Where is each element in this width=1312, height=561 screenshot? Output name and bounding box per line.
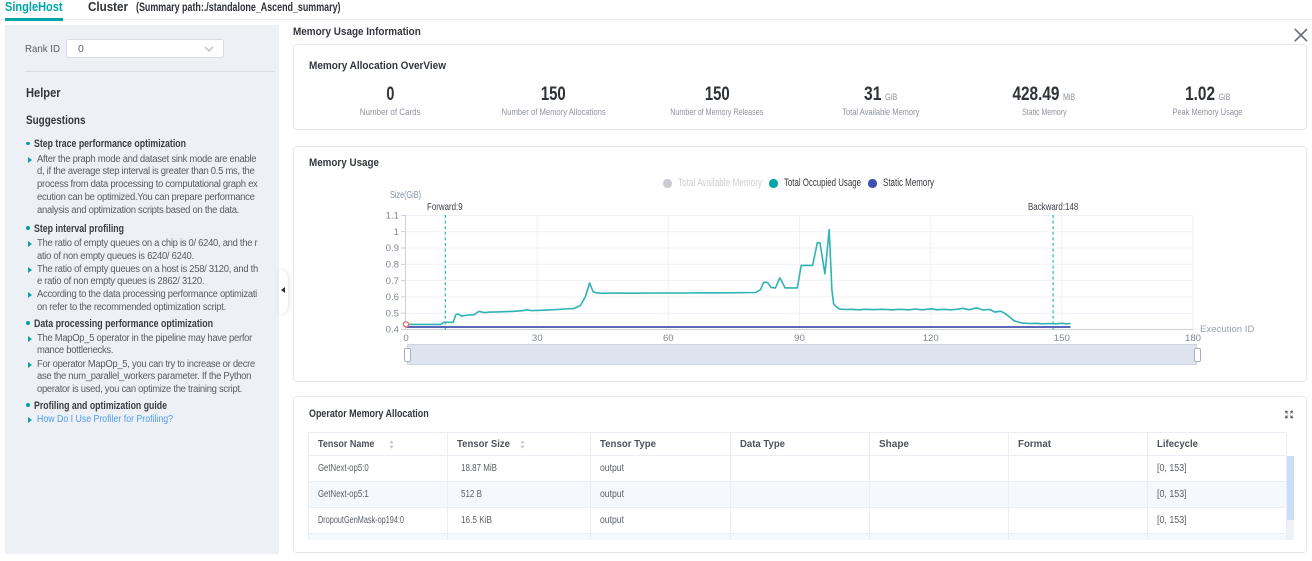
svg-text:150: 150 xyxy=(1054,333,1070,344)
svg-text:0: 0 xyxy=(403,333,408,344)
svg-text:90: 90 xyxy=(794,333,805,344)
svg-text:30: 30 xyxy=(532,333,543,344)
svg-text:120: 120 xyxy=(923,333,939,344)
svg-text:1.1: 1.1 xyxy=(386,211,399,222)
svg-text:Execution ID: Execution ID xyxy=(1200,324,1254,335)
svg-text:60: 60 xyxy=(663,333,674,344)
svg-text:0.6: 0.6 xyxy=(386,292,399,303)
svg-text:180: 180 xyxy=(1185,333,1201,344)
svg-text:0.4: 0.4 xyxy=(386,325,400,336)
svg-text:0.7: 0.7 xyxy=(386,276,399,287)
svg-text:0.8: 0.8 xyxy=(386,260,399,271)
svg-text:1: 1 xyxy=(394,227,399,238)
svg-text:0.5: 0.5 xyxy=(386,308,399,319)
svg-text:0.9: 0.9 xyxy=(386,243,399,254)
